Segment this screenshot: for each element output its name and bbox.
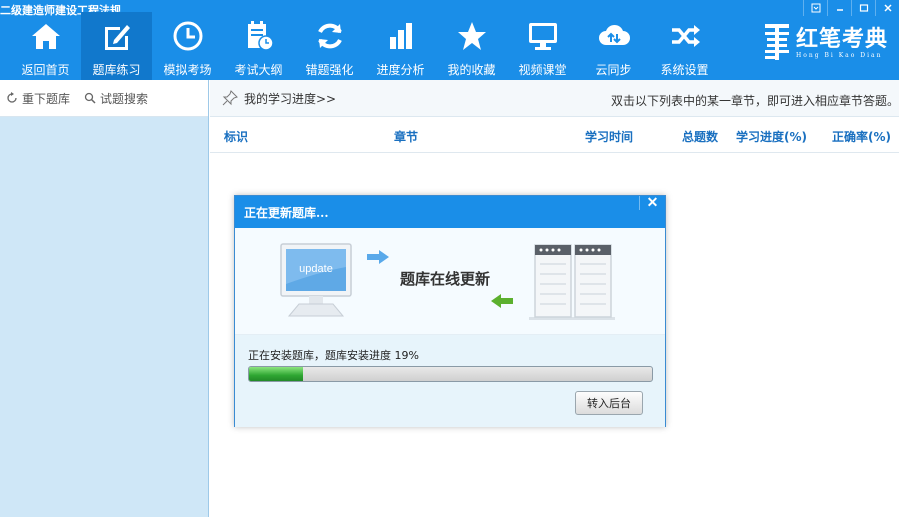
nav-label: 题库练习 [92, 63, 141, 77]
main-nav: 返回首页 题库练习 模拟考场 考试大纲 错题强化 进度分析 我的收藏 视频课堂 … [10, 12, 720, 80]
reload-bank-label: 重下题库 [22, 91, 71, 106]
question-search-label: 试题搜索 [100, 91, 149, 106]
menu-icon[interactable] [803, 0, 827, 16]
nav-label: 错题强化 [305, 63, 354, 77]
nav-label: 进度分析 [376, 63, 425, 77]
calendar-icon [239, 16, 279, 56]
minimize-icon[interactable] [827, 0, 851, 16]
nav-label: 云同步 [595, 63, 632, 77]
dialog-body: 正在安装题库，题库安装进度 19% 转入后台 [235, 335, 665, 427]
bar-chart-icon [381, 16, 421, 56]
left-toolbar: 重下题库 试题搜索 [0, 80, 208, 117]
nav-item-cloud-sync[interactable]: 云同步 [578, 12, 649, 80]
run-in-background-button[interactable]: 转入后台 [575, 391, 643, 415]
reload-icon [7, 92, 17, 103]
update-banner: update 题库在线更新 [235, 228, 665, 335]
monitor-text: update [299, 263, 333, 275]
column-header-total[interactable]: 总题数 [682, 128, 718, 145]
run-in-background-label: 转入后台 [587, 397, 631, 410]
window-controls [803, 0, 899, 16]
brand-name-pinyin: Hong Bi Kao Dian [796, 51, 883, 59]
nav-item-home[interactable]: 返回首页 [10, 12, 81, 80]
monitor-icon [523, 16, 563, 56]
chapter-table-header: 标识 章节 学习时间 总题数 学习进度(%) 正确率(%) [210, 117, 899, 153]
arrow-left-icon [491, 294, 513, 308]
search-icon [84, 92, 96, 104]
nav-label: 模拟考场 [163, 63, 212, 77]
nav-label: 视频课堂 [518, 63, 567, 77]
clock-icon [168, 16, 208, 56]
nav-item-video-class[interactable]: 视频课堂 [507, 12, 578, 80]
refresh-icon [310, 16, 350, 56]
install-progress-bar [248, 366, 653, 382]
close-icon: ✕ [646, 195, 659, 211]
brand-mark-icon [765, 24, 789, 60]
cloud-sync-icon [594, 16, 634, 56]
banner-text: 题库在线更新 [400, 270, 491, 288]
nav-label: 我的收藏 [447, 63, 496, 77]
server-icon [529, 244, 615, 320]
star-icon [452, 16, 492, 56]
question-search-button[interactable]: 试题搜索 [84, 90, 148, 107]
nav-item-settings[interactable]: 系统设置 [649, 12, 720, 80]
maximize-icon[interactable] [851, 0, 875, 16]
shuffle-icon [665, 16, 705, 56]
nav-item-syllabus[interactable]: 考试大纲 [223, 12, 294, 80]
brand-name: 红笔考典 [796, 25, 889, 52]
nav-label: 考试大纲 [234, 63, 283, 77]
dialog-title-bar: 正在更新题库... ✕ [235, 195, 665, 228]
update-dialog: 正在更新题库... ✕ update 题库在线更新 正在安装题库，题库安装进度 … [234, 195, 666, 427]
install-status-text: 正在安装题库，题库安装进度 19% [248, 349, 419, 362]
reload-bank-button[interactable]: 重下题库 [6, 90, 70, 107]
pin-icon [222, 90, 238, 106]
column-header-study-time[interactable]: 学习时间 [585, 128, 633, 145]
nav-item-favorites[interactable]: 我的收藏 [436, 12, 507, 80]
nav-item-progress-analysis[interactable]: 进度分析 [365, 12, 436, 80]
computer-monitor-icon: update [280, 243, 352, 317]
chapter-hint: 双击以下列表中的某一章节，即可进入相应章节答题。 [610, 94, 899, 108]
nav-label: 系统设置 [660, 63, 709, 77]
progress-bar-header: 我的学习进度>> 双击以下列表中的某一章节，即可进入相应章节答题。 [210, 80, 899, 117]
column-header-chapter[interactable]: 章节 [394, 128, 418, 145]
install-progress-fill [249, 367, 304, 381]
nav-item-mock-exam[interactable]: 模拟考场 [152, 12, 223, 80]
brand-logo: 红笔考典 Hong Bi Kao Dian [762, 22, 888, 62]
column-header-progress[interactable]: 学习进度(%) [736, 128, 807, 145]
my-progress-link[interactable]: 我的学习进度>> [244, 90, 336, 107]
edit-icon [97, 16, 137, 56]
home-icon [26, 16, 66, 56]
left-panel: 重下题库 试题搜索 [0, 80, 209, 517]
nav-item-wrong-questions[interactable]: 错题强化 [294, 12, 365, 80]
arrow-right-icon [367, 250, 389, 264]
dialog-close-button[interactable]: ✕ [639, 195, 665, 211]
dialog-title: 正在更新题库... [244, 206, 329, 220]
nav-label: 返回首页 [21, 63, 70, 77]
title-bar: 二级建造师建设工程法规 返回首页 题库练习 模拟考场 考试大纲 错题强化 进度分… [0, 0, 899, 80]
nav-item-practice[interactable]: 题库练习 [81, 12, 152, 80]
column-header-flag[interactable]: 标识 [224, 128, 248, 145]
column-header-accuracy[interactable]: 正确率(%) [832, 128, 891, 145]
close-icon[interactable] [875, 0, 899, 16]
